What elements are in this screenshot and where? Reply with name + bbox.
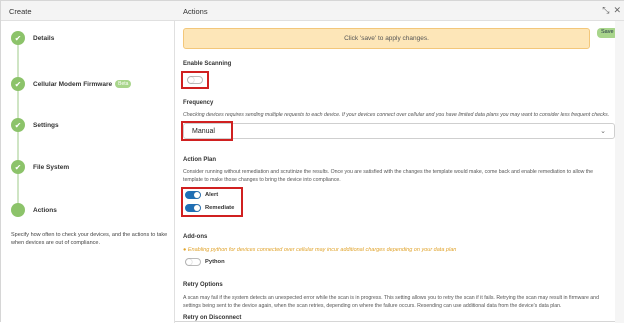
python-warning: ● Enabling python for devices connected …: [183, 247, 456, 253]
frequency-select[interactable]: Manual ⌄: [183, 123, 615, 139]
steps-sidebar: ✔ Details ✔ Cellular Modem Firmware Beta…: [1, 21, 175, 323]
toggle-knob: [186, 259, 192, 265]
python-toggle[interactable]: [185, 258, 201, 266]
actions-title: Actions: [183, 7, 208, 16]
step-details[interactable]: ✔ Details: [11, 31, 54, 45]
highlight-box: [181, 121, 233, 141]
enable-scanning-toggle[interactable]: [187, 76, 203, 84]
remediate-toggle[interactable]: [185, 204, 201, 212]
step-label: Cellular Modem Firmware: [33, 80, 113, 88]
minimize-icon[interactable]: ⤡: [602, 5, 609, 16]
action-plan-title: Action Plan: [183, 157, 217, 163]
python-label: Python: [205, 259, 225, 265]
retry-options-title: Retry Options: [183, 282, 223, 288]
beta-badge: Beta: [115, 80, 132, 88]
step-actions[interactable]: Actions: [11, 203, 57, 217]
template-editor-window: Create Actions ⤡ ✕ ✔ Details ✔ Cellular …: [0, 0, 624, 323]
remediate-label: Remediate: [205, 205, 235, 211]
frequency-title: Frequency: [183, 100, 214, 106]
right-panel-header: Actions ⤡ ✕: [175, 1, 624, 21]
step-cellular-modem-firmware[interactable]: ✔ Cellular Modem Firmware Beta: [11, 77, 132, 91]
python-warning-text: Enabling python for devices connected ov…: [187, 247, 457, 253]
warning-icon: ●: [183, 247, 187, 253]
check-icon: ✔: [11, 118, 25, 132]
scrollbar[interactable]: [615, 21, 624, 323]
step-label: File System: [33, 163, 70, 171]
toggle-knob: [194, 205, 200, 211]
step-label: Actions: [33, 206, 57, 214]
current-step-icon: [11, 203, 25, 217]
create-title: Create: [9, 7, 32, 16]
step-file-system[interactable]: ✔ File System: [11, 160, 69, 174]
alert-label: Alert: [205, 192, 219, 198]
retry-help: A scan may fail if the system detects an…: [183, 295, 599, 309]
left-panel-header: Create: [1, 1, 175, 21]
alert-toggle[interactable]: [185, 191, 201, 199]
action-plan-help: Consider running without remediation and…: [183, 169, 594, 183]
step-settings[interactable]: ✔ Settings: [11, 118, 59, 132]
chevron-down-icon: ⌄: [600, 128, 606, 135]
step-label: Settings: [33, 121, 59, 129]
add-ons-title: Add-ons: [183, 234, 208, 240]
check-icon: ✔: [11, 31, 25, 45]
enable-scanning-title: Enable Scanning: [183, 61, 232, 67]
apply-changes-banner: Click 'save' to apply changes.: [183, 28, 590, 49]
retry-on-disconnect-title: Retry on Disconnect: [183, 315, 242, 321]
frequency-help: Checking devices requires sending multip…: [183, 112, 610, 118]
actions-form: Click 'save' to apply changes. Save Enab…: [175, 21, 618, 323]
step-label: Details: [33, 34, 55, 42]
close-icon[interactable]: ✕: [613, 5, 621, 16]
check-icon: ✔: [11, 160, 25, 174]
step-description: Specify how often to check your devices,…: [11, 232, 168, 246]
toggle-knob: [188, 77, 194, 83]
toggle-knob: [194, 192, 200, 198]
check-icon: ✔: [11, 77, 25, 91]
